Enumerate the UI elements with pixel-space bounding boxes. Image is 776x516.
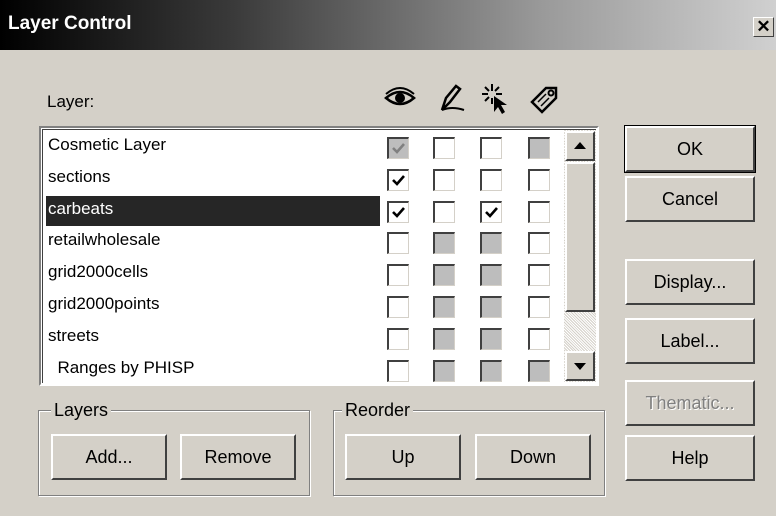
add-button-label: Add... — [85, 446, 133, 467]
scroll-down-button[interactable] — [565, 351, 595, 381]
visible-checkbox[interactable] — [386, 231, 410, 256]
checkmark-icon — [392, 206, 405, 218]
layer-name: carbeats — [48, 198, 114, 218]
arrow-up-icon — [574, 142, 586, 149]
layer-list[interactable]: Cosmetic Layer sections carbeats retailwhol… — [39, 126, 599, 386]
autolabel-checkbox[interactable] — [527, 167, 551, 192]
close-button[interactable]: ✕ — [753, 17, 774, 37]
layer-name: streets — [48, 325, 100, 345]
display-button[interactable]: Display... — [625, 259, 755, 305]
layer-name: grid2000cells — [48, 262, 149, 282]
remove-layer-button[interactable]: Remove — [180, 434, 296, 480]
cancel-button-label: Cancel — [661, 188, 719, 209]
scroll-up-button[interactable] — [565, 131, 595, 161]
autolabel-tag-icon — [530, 86, 558, 114]
editable-checkbox[interactable] — [432, 358, 456, 383]
add-layer-button[interactable]: Add... — [51, 434, 167, 480]
editable-checkbox[interactable] — [432, 167, 456, 192]
autolabel-checkbox[interactable] — [527, 358, 551, 383]
layer-name: Cosmetic Layer — [48, 135, 167, 154]
layer-row[interactable]: Ranges by PHISP — [46, 355, 380, 385]
label-button-label: Label... — [660, 330, 720, 351]
layer-row[interactable]: streets — [46, 323, 380, 353]
selectable-checkbox[interactable] — [479, 167, 503, 192]
visible-checkbox[interactable] — [386, 358, 410, 383]
close-icon: ✕ — [756, 17, 771, 36]
label-button[interactable]: Label... — [625, 318, 755, 364]
selectable-checkbox[interactable] — [479, 231, 503, 256]
help-button[interactable]: Help — [625, 435, 755, 481]
editable-pencil-icon — [440, 84, 465, 111]
layer-row[interactable]: grid2000cells — [46, 259, 380, 289]
layer-name: Ranges by PHISP — [48, 357, 195, 377]
arrow-down-icon — [574, 363, 586, 370]
scroll-thumb[interactable] — [565, 162, 595, 312]
remove-button-label: Remove — [204, 446, 272, 467]
checkmark-icon — [485, 206, 498, 218]
selectable-checkbox[interactable] — [479, 136, 503, 160]
visible-checkbox[interactable] — [386, 199, 410, 224]
selectable-cursor-icon — [482, 84, 507, 114]
layer-name: sections — [48, 166, 111, 186]
reorder-group-title: Reorder — [342, 400, 414, 421]
thematic-button[interactable]: Thematic... — [625, 380, 755, 426]
help-button-label: Help — [671, 447, 709, 468]
autolabel-checkbox[interactable] — [527, 136, 551, 160]
cancel-button[interactable]: Cancel — [625, 176, 755, 222]
layer-list-scrollbar[interactable] — [564, 130, 596, 382]
layer-row[interactable]: retailwholesale — [46, 227, 380, 257]
editable-checkbox[interactable] — [432, 199, 456, 224]
selectable-checkbox[interactable] — [479, 358, 503, 383]
ok-button-label: OK — [676, 138, 703, 159]
checkmark-icon — [392, 174, 405, 186]
autolabel-checkbox[interactable] — [527, 199, 551, 224]
title-bar: Layer Control ✕ — [0, 0, 776, 50]
layer-column-label: Layer: — [47, 92, 95, 111]
autolabel-checkbox[interactable] — [527, 295, 551, 319]
visible-checkbox[interactable] — [386, 167, 410, 192]
visible-checkbox[interactable] — [386, 295, 410, 319]
visible-checkbox[interactable] — [386, 263, 410, 288]
autolabel-checkbox[interactable] — [527, 326, 551, 351]
layers-group-title: Layers — [51, 400, 112, 421]
layer-row[interactable]: Cosmetic Layer — [46, 132, 380, 162]
selectable-checkbox[interactable] — [479, 199, 503, 224]
layer-row[interactable]: sections — [46, 164, 380, 194]
autolabel-checkbox[interactable] — [527, 263, 551, 288]
thematic-button-label: Thematic... — [645, 392, 735, 413]
editable-checkbox[interactable] — [432, 295, 456, 319]
window-title: Layer Control — [8, 13, 132, 34]
visible-checkbox[interactable] — [386, 326, 410, 351]
checkmark-icon — [392, 143, 405, 154]
display-button-label: Display... — [653, 271, 727, 292]
editable-checkbox[interactable] — [432, 231, 456, 256]
ok-button[interactable]: OK — [624, 125, 756, 173]
visible-eye-icon — [384, 87, 416, 106]
layer-name: grid2000points — [48, 294, 160, 313]
selectable-checkbox[interactable] — [479, 326, 503, 351]
up-button-label: Up — [391, 446, 415, 467]
autolabel-checkbox[interactable] — [527, 231, 551, 256]
move-up-button[interactable]: Up — [345, 434, 461, 480]
layer-row[interactable]: grid2000points — [46, 291, 380, 321]
editable-checkbox[interactable] — [432, 263, 456, 288]
editable-checkbox[interactable] — [432, 326, 456, 351]
editable-checkbox[interactable] — [432, 136, 456, 160]
selectable-checkbox[interactable] — [479, 263, 503, 288]
selectable-checkbox[interactable] — [479, 295, 503, 319]
move-down-button[interactable]: Down — [475, 434, 591, 480]
down-button-label: Down — [509, 446, 557, 467]
layer-row[interactable]: carbeats — [46, 195, 380, 226]
layer-name: retailwholesale — [48, 230, 161, 250]
visible-checkbox[interactable] — [386, 136, 410, 160]
